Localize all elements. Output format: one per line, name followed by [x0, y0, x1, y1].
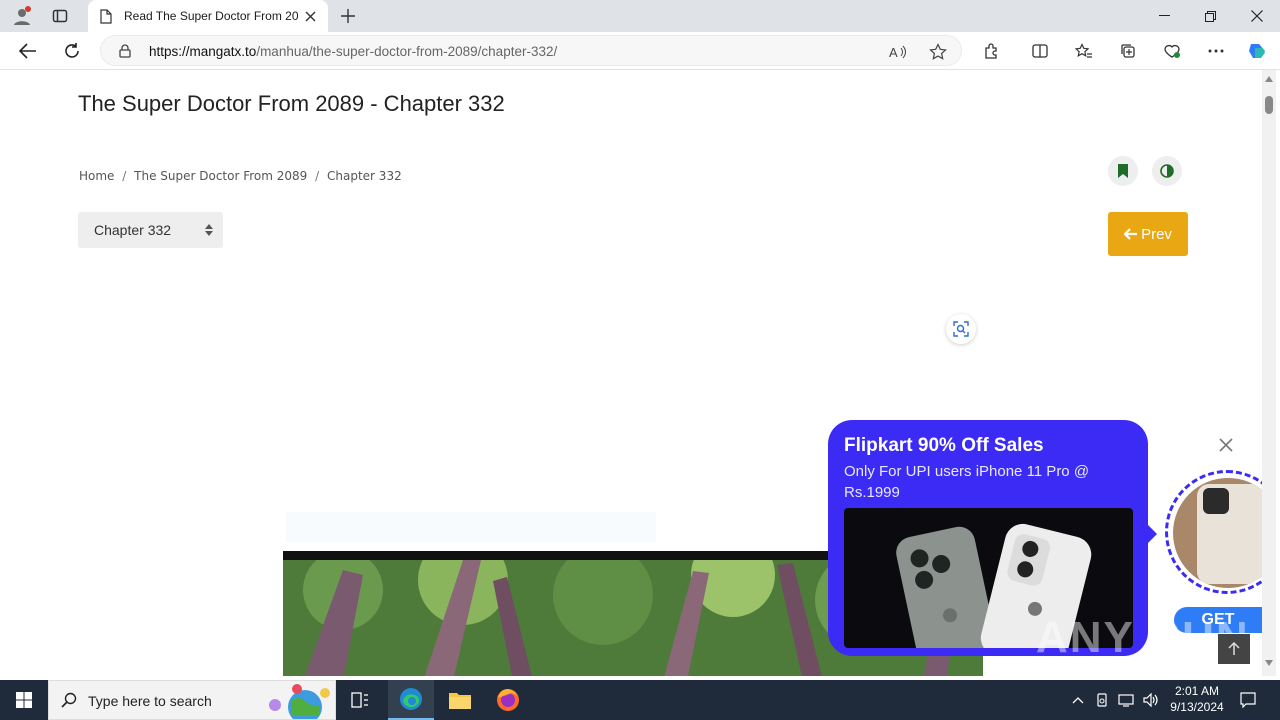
url-path: /manhua/the-super-doctor-from-2089/chapt… [256, 44, 558, 59]
breadcrumb-separator: / [122, 169, 127, 183]
ad-pointer [1148, 525, 1157, 543]
clock-time: 2:01 AM [1174, 684, 1220, 698]
taskbar: Type here to search 2:01 AM 9/13/2024 [0, 680, 1280, 720]
image-top-haze [286, 512, 656, 542]
breadcrumb-home[interactable]: Home [79, 169, 114, 183]
favorite-star-icon[interactable] [927, 42, 949, 62]
breadcrumb-chapter: Chapter 332 [327, 169, 402, 183]
favorites-icon[interactable] [1072, 38, 1096, 64]
start-button[interactable] [0, 680, 48, 720]
browser-essentials-icon[interactable] [1160, 38, 1184, 64]
arrow-left-icon [1124, 228, 1138, 240]
taskbar-search[interactable]: Type here to search [48, 680, 336, 720]
thumbnail-camera [1203, 488, 1229, 514]
back-button[interactable] [14, 38, 42, 64]
bookmark-button[interactable] [1108, 156, 1138, 186]
page-icon [98, 8, 114, 24]
network-icon[interactable] [1116, 680, 1136, 720]
search-highlight-icon [261, 683, 335, 720]
tab-actions-icon[interactable] [48, 4, 72, 28]
task-view-icon[interactable] [344, 680, 376, 720]
tab-strip: Read The Super Doctor From 2089 - Chapte… [0, 0, 1280, 32]
device-icon[interactable] [1092, 680, 1112, 720]
minimize-button[interactable] [1146, 0, 1182, 32]
read-aloud-icon[interactable]: A [887, 42, 909, 62]
browser-toolbar: https://mangatx.to/manhua/the-super-doct… [0, 32, 1280, 70]
profile-icon[interactable] [8, 4, 36, 28]
firefox-icon[interactable] [486, 680, 530, 720]
close-window-button[interactable] [1238, 0, 1276, 32]
lock-icon[interactable] [117, 43, 133, 59]
scroll-to-top-button[interactable] [1218, 634, 1250, 664]
prev-button-label: Prev [1141, 225, 1172, 243]
svg-text:A: A [889, 45, 898, 59]
url-text[interactable]: https://mangatx.to/manhua/the-super-doct… [149, 44, 557, 59]
refresh-button[interactable] [58, 38, 86, 64]
restore-button[interactable] [1192, 0, 1228, 32]
tab-active[interactable]: Read The Super Doctor From 2089 - Chapte… [88, 0, 328, 32]
scroll-thumb[interactable] [1265, 96, 1273, 114]
scroll-down-arrow[interactable] [1265, 660, 1273, 666]
show-hidden-icons[interactable] [1068, 680, 1088, 720]
ad-product-thumbnail[interactable] [1163, 470, 1262, 596]
page-title: The Super Doctor From 2089 - Chapter 332 [78, 91, 505, 116]
search-icon [61, 692, 77, 713]
prev-button[interactable]: Prev [1108, 212, 1188, 256]
clock[interactable]: 2:01 AM 9/13/2024 [1164, 683, 1230, 717]
breadcrumb-separator: / [315, 169, 320, 183]
more-options-icon[interactable] [1204, 38, 1228, 64]
ad-close-icon[interactable] [1216, 435, 1236, 455]
file-explorer-icon[interactable] [438, 680, 482, 720]
address-bar[interactable]: https://mangatx.to/manhua/the-super-doct… [100, 35, 962, 66]
extensions-icon[interactable] [980, 38, 1004, 64]
collections-icon[interactable] [1116, 38, 1140, 64]
clock-date: 9/13/2024 [1170, 700, 1224, 714]
url-domain: https://mangatx.to [149, 44, 257, 59]
windows-icon [16, 692, 32, 708]
new-tab-button[interactable] [336, 4, 360, 28]
page-scrollbar[interactable] [1262, 70, 1276, 676]
select-arrows-icon [204, 223, 214, 242]
page-content: The Super Doctor From 2089 - Chapter 332… [4, 70, 1262, 676]
volume-icon[interactable] [1140, 680, 1162, 720]
notifications-icon[interactable] [1234, 680, 1262, 720]
scroll-up-arrow[interactable] [1265, 76, 1273, 82]
edge-taskbar-icon[interactable] [388, 680, 434, 720]
copilot-icon[interactable] [1244, 38, 1272, 64]
dark-mode-toggle[interactable] [1152, 156, 1182, 186]
breadcrumb: Home / The Super Doctor From 2089 / Chap… [79, 169, 402, 183]
tab-title: Read The Super Doctor From 2089 - Chapte… [124, 9, 298, 23]
ad-title: Flipkart 90% Off Sales [844, 435, 1044, 456]
ad-text: Only For UPI users iPhone 11 Pro @ Rs.19… [844, 463, 1090, 501]
chapter-select[interactable]: Chapter 332 [78, 212, 223, 248]
breadcrumb-series[interactable]: The Super Doctor From 2089 [134, 169, 307, 183]
split-screen-icon[interactable] [1028, 38, 1052, 64]
visual-search-icon[interactable] [946, 314, 976, 344]
tab-close-icon[interactable] [302, 8, 318, 24]
chapter-select-value: Chapter 332 [94, 222, 172, 238]
search-placeholder: Type here to search [88, 693, 212, 709]
